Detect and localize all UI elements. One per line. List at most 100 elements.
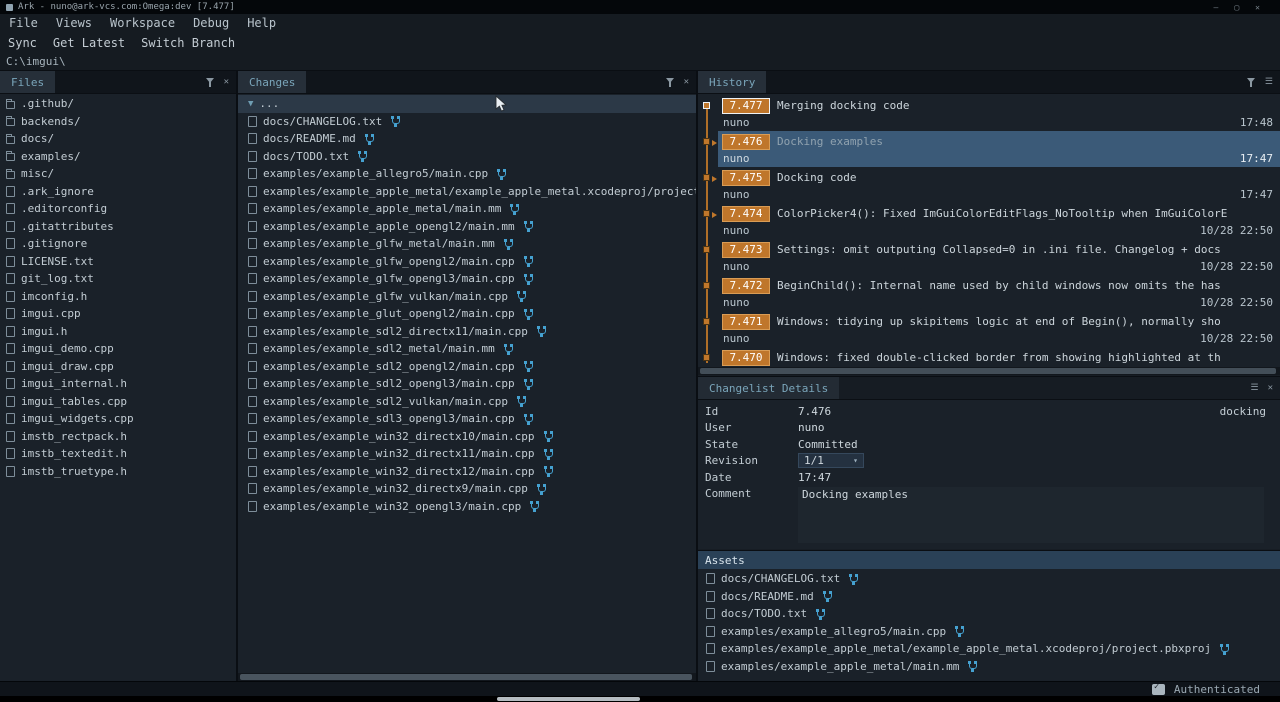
close-button[interactable]: ✕ <box>1255 3 1260 12</box>
file-tree-item[interactable]: imgui_demo.cpp <box>0 340 236 358</box>
file-tree-item[interactable]: imgui.cpp <box>0 305 236 323</box>
file-tree-item[interactable]: .gitattributes <box>0 218 236 236</box>
files-panel-tab[interactable]: Files <box>0 71 55 93</box>
changed-file-row[interactable]: examples/example_glfw_opengl2/main.cpp <box>238 253 696 271</box>
file-tree-item[interactable]: misc/ <box>0 165 236 183</box>
asset-row[interactable]: docs/TODO.txt <box>698 605 1280 623</box>
changed-file-row[interactable]: examples/example_win32_directx10/main.cp… <box>238 428 696 446</box>
menu-icon[interactable]: ☰ <box>1265 77 1273 87</box>
changed-file-row[interactable]: examples/example_apple_metal/main.mm <box>238 200 696 218</box>
menu-icon[interactable]: ☰ <box>1251 383 1259 393</box>
comment-box[interactable]: Docking examples <box>798 487 1264 543</box>
menu-item[interactable]: File <box>0 16 47 30</box>
file-tree-item[interactable]: .github/ <box>0 95 236 113</box>
file-tree-item[interactable]: .ark_ignore <box>0 183 236 201</box>
file-tree-item[interactable]: imstb_rectpack.h <box>0 428 236 446</box>
changed-file-row[interactable]: examples/example_sdl3_opengl3/main.cpp <box>238 410 696 428</box>
file-tree-item[interactable]: .gitignore <box>0 235 236 253</box>
changeset-datetime: 10/28 22:50 <box>1200 260 1280 273</box>
revision-dropdown[interactable]: 1/1 ▾ <box>798 453 864 468</box>
detail-row-date: Date 17:47 <box>705 469 1280 486</box>
file-tree-item[interactable]: examples/ <box>0 148 236 166</box>
history-entry[interactable]: 7.474 ColorPicker4(): Fixed ImGuiColorEd… <box>698 203 1280 239</box>
changed-file-row[interactable]: docs/CHANGELOG.txt <box>238 113 696 131</box>
details-panel-tab[interactable]: Changelist Details <box>698 377 839 399</box>
history-entry[interactable]: 7.476 Docking examples nuno 17:47 <box>698 131 1280 167</box>
assets-header[interactable]: Assets <box>698 551 1280 569</box>
modified-icon <box>849 573 858 585</box>
changeset-badge: 7.472 <box>722 278 770 294</box>
file-tree-item[interactable]: imgui_tables.cpp <box>0 393 236 411</box>
file-tree-item[interactable]: imgui.h <box>0 323 236 341</box>
modified-icon <box>517 395 526 407</box>
menu-item[interactable]: Debug <box>184 16 238 30</box>
history-entry[interactable]: 7.473 Settings: omit outputing Collapsed… <box>698 239 1280 275</box>
changed-file-row[interactable]: examples/example_sdl2_metal/main.mm <box>238 340 696 358</box>
scrollbar-thumb[interactable] <box>240 674 692 680</box>
filter-icon[interactable] <box>1247 77 1256 87</box>
changed-file-row[interactable]: examples/example_win32_opengl3/main.cpp <box>238 498 696 516</box>
file-tree-item[interactable]: imgui_widgets.cpp <box>0 410 236 428</box>
asset-row[interactable]: examples/example_apple_metal/example_app… <box>698 640 1280 658</box>
file-tree-item[interactable]: docs/ <box>0 130 236 148</box>
filter-icon[interactable] <box>206 77 215 87</box>
menu-item[interactable]: Help <box>238 16 285 30</box>
asset-row[interactable]: examples/example_allegro5/main.cpp <box>698 623 1280 641</box>
changes-panel-tab[interactable]: Changes <box>238 71 306 93</box>
file-tree-item[interactable]: .editorconfig <box>0 200 236 218</box>
changed-file-row[interactable]: examples/example_apple_metal/example_app… <box>238 183 696 201</box>
changed-file-row[interactable]: examples/example_win32_directx9/main.cpp <box>238 480 696 498</box>
asset-row[interactable]: docs/README.md <box>698 588 1280 606</box>
changed-file-row[interactable]: examples/example_glfw_metal/main.mm <box>238 235 696 253</box>
user-label: User <box>705 421 798 434</box>
changed-file-row[interactable]: examples/example_glfw_vulkan/main.cpp <box>238 288 696 306</box>
changeset-badge: 7.471 <box>722 314 770 330</box>
history-entry[interactable]: 7.477 Merging docking code nuno 17:48 <box>698 95 1280 131</box>
file-name: imstb_rectpack.h <box>21 430 127 443</box>
changed-file-row[interactable]: examples/example_win32_directx11/main.cp… <box>238 445 696 463</box>
asset-row[interactable]: examples/example_apple_metal/main.mm <box>698 658 1280 676</box>
toolbar-button[interactable]: Sync <box>0 36 45 50</box>
changed-file-row[interactable]: examples/example_allegro5/main.cpp <box>238 165 696 183</box>
changed-file-row[interactable]: docs/README.md <box>238 130 696 148</box>
file-tree-item[interactable]: git_log.txt <box>0 270 236 288</box>
horizontal-scrollbar[interactable] <box>698 367 1280 375</box>
changed-file-row[interactable]: examples/example_glut_opengl2/main.cpp <box>238 305 696 323</box>
file-tree-item[interactable]: imconfig.h <box>0 288 236 306</box>
changed-file-row[interactable]: examples/example_sdl2_directx11/main.cpp <box>238 323 696 341</box>
changes-root-row[interactable]: ▼ ... <box>238 95 696 113</box>
history-entry[interactable]: 7.470 Windows: fixed double-clicked bord… <box>698 347 1280 367</box>
file-tree-item[interactable]: imgui_draw.cpp <box>0 358 236 376</box>
close-panel-icon[interactable]: ✕ <box>224 77 229 87</box>
history-entry[interactable]: 7.472 BeginChild(): Internal name used b… <box>698 275 1280 311</box>
history-panel-tab[interactable]: History <box>698 71 766 93</box>
scrollbar-thumb[interactable] <box>700 368 1276 374</box>
changed-file-row[interactable]: examples/example_sdl2_opengl2/main.cpp <box>238 358 696 376</box>
file-tree-item[interactable]: backends/ <box>0 113 236 131</box>
horizontal-scrollbar[interactable] <box>238 673 696 681</box>
changed-file-row[interactable]: examples/example_apple_opengl2/main.mm <box>238 218 696 236</box>
file-tree-item[interactable]: LICENSE.txt <box>0 253 236 271</box>
file-tree-item[interactable]: imstb_truetype.h <box>0 463 236 481</box>
minimize-button[interactable]: – <box>1214 3 1219 12</box>
changed-file-row[interactable]: examples/example_win32_directx12/main.cp… <box>238 463 696 481</box>
toolbar-button[interactable]: Get Latest <box>45 36 133 50</box>
changed-file-row[interactable]: docs/TODO.txt <box>238 148 696 166</box>
close-panel-icon[interactable]: ✕ <box>1268 383 1273 393</box>
history-entry[interactable]: 7.471 Windows: tidying up skipitems logi… <box>698 311 1280 347</box>
toolbar-button[interactable]: Switch Branch <box>133 36 243 50</box>
menu-item[interactable]: Views <box>47 16 101 30</box>
changed-file-row[interactable]: examples/example_sdl2_opengl3/main.cpp <box>238 375 696 393</box>
menu-item[interactable]: Workspace <box>101 16 184 30</box>
file-tree-item[interactable]: imstb_textedit.h <box>0 445 236 463</box>
history-entry[interactable]: 7.475 Docking code nuno 17:47 <box>698 167 1280 203</box>
maximize-button[interactable]: ▢ <box>1234 3 1239 12</box>
collapse-arrow-icon[interactable]: ▼ <box>248 99 253 109</box>
changed-file-row[interactable]: examples/example_sdl2_vulkan/main.cpp <box>238 393 696 411</box>
file-icon <box>6 291 15 302</box>
file-tree-item[interactable]: imgui_internal.h <box>0 375 236 393</box>
close-panel-icon[interactable]: ✕ <box>684 77 689 87</box>
asset-row[interactable]: docs/CHANGELOG.txt <box>698 570 1280 588</box>
changed-file-row[interactable]: examples/example_glfw_opengl3/main.cpp <box>238 270 696 288</box>
filter-icon[interactable] <box>666 77 675 87</box>
